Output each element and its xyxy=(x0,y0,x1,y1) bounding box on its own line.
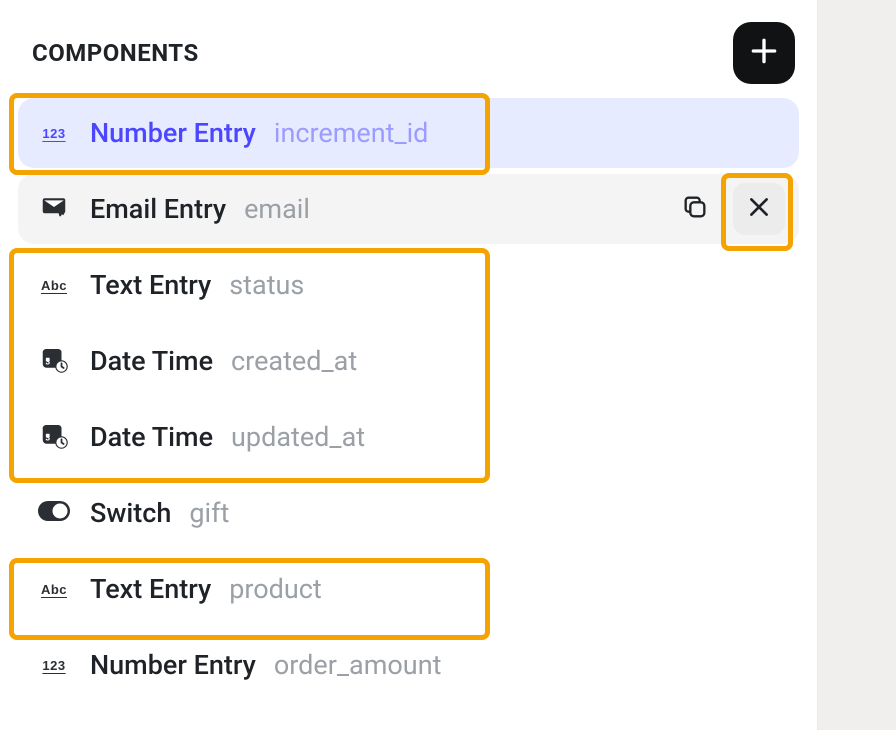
components-header: COMPONENTS xyxy=(14,14,803,96)
component-type-label: Date Time xyxy=(90,421,213,453)
component-row: Switch gift xyxy=(14,476,803,550)
component-item[interactable]: 3 Date Time created_at xyxy=(18,326,799,396)
components-panel: COMPONENTS 123 Number Entry increment_id Em… xyxy=(0,0,818,730)
components-title: COMPONENTS xyxy=(32,39,199,67)
close-icon xyxy=(746,194,772,224)
number-icon: 123 xyxy=(42,126,65,141)
component-field-name: gift xyxy=(189,497,229,529)
component-icon-slot: 123 xyxy=(36,115,72,151)
delete-button[interactable] xyxy=(733,183,785,235)
component-type-label: Email Entry xyxy=(90,193,226,225)
component-field-name: order_amount xyxy=(274,649,442,681)
component-row: Email Entry email xyxy=(14,172,803,246)
calendar-clock-icon: 3 xyxy=(39,344,69,378)
component-type-label: Date Time xyxy=(90,345,213,377)
component-item[interactable]: Switch gift xyxy=(18,478,799,548)
component-icon-slot: 3 xyxy=(36,343,72,379)
component-row: 3 Date Time created_at xyxy=(14,324,803,398)
text-icon: Abc xyxy=(41,582,67,597)
plus-icon xyxy=(748,35,780,71)
component-icon-slot: Abc xyxy=(36,571,72,607)
components-list: 123 Number Entry increment_id Email Entry em… xyxy=(14,96,803,702)
component-icon-slot: 3 xyxy=(36,419,72,455)
component-row: Abc Text Entry product xyxy=(14,552,803,626)
component-row: 123 Number Entry order_amount xyxy=(14,628,803,702)
component-field-name: increment_id xyxy=(274,117,429,149)
component-item[interactable]: 123 Number Entry increment_id xyxy=(18,98,799,168)
component-type-label: Number Entry xyxy=(90,649,256,681)
component-field-name: updated_at xyxy=(231,421,365,453)
component-icon-slot: 123 xyxy=(36,647,72,683)
switch-icon xyxy=(37,500,71,526)
component-icon-slot xyxy=(36,191,72,227)
component-field-name: email xyxy=(244,193,310,225)
calendar-clock-icon: 3 xyxy=(39,420,69,454)
number-icon: 123 xyxy=(42,658,65,673)
email-icon xyxy=(39,192,69,226)
duplicate-icon xyxy=(681,193,709,225)
component-item[interactable]: 3 Date Time updated_at xyxy=(18,402,799,472)
component-type-label: Text Entry xyxy=(90,269,211,301)
component-row-actions xyxy=(669,183,785,235)
add-component-button[interactable] xyxy=(733,22,795,84)
component-item[interactable]: Abc Text Entry product xyxy=(18,554,799,624)
component-item[interactable]: Abc Text Entry status xyxy=(18,250,799,320)
duplicate-button[interactable] xyxy=(669,183,721,235)
component-field-name: status xyxy=(229,269,304,301)
component-type-label: Text Entry xyxy=(90,573,211,605)
component-field-name: product xyxy=(229,573,322,605)
component-type-label: Number Entry xyxy=(90,117,256,149)
svg-text:3: 3 xyxy=(45,433,50,442)
component-icon-slot: Abc xyxy=(36,267,72,303)
text-icon: Abc xyxy=(41,278,67,293)
component-field-name: created_at xyxy=(231,345,357,377)
component-item[interactable]: 123 Number Entry order_amount xyxy=(18,630,799,700)
component-type-label: Switch xyxy=(90,497,171,529)
component-icon-slot xyxy=(36,495,72,531)
component-item[interactable]: Email Entry email xyxy=(18,174,799,244)
component-row: 123 Number Entry increment_id xyxy=(14,96,803,170)
component-row: Abc Text Entry status xyxy=(14,248,803,322)
svg-text:3: 3 xyxy=(45,357,50,366)
component-row: 3 Date Time updated_at xyxy=(14,400,803,474)
